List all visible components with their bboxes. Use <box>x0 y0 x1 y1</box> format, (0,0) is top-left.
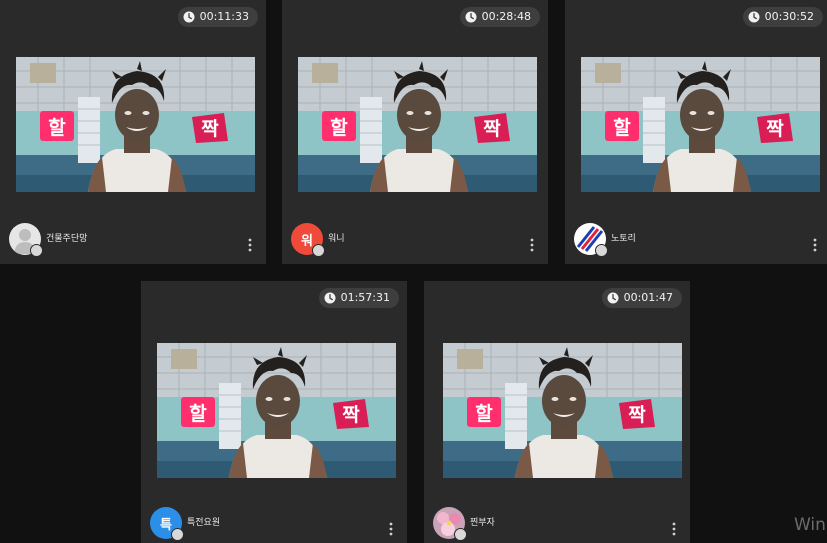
caption-right: 짝 <box>342 404 360 426</box>
stream-tile[interactable]: 00:01:47 할 짝 찐부자 <box>424 281 690 543</box>
more-vertical-icon[interactable] <box>813 238 817 252</box>
streamer-name[interactable]: 특전요원 <box>187 517 220 529</box>
video-thumbnail[interactable]: 할 짝 <box>157 343 396 478</box>
avatar-initial: 특 <box>160 517 172 533</box>
video-frame: 할 짝 <box>443 343 682 478</box>
timer-badge: 00:11:33 <box>177 7 258 27</box>
timer-text: 00:28:48 <box>481 10 531 23</box>
timer-text: 00:11:33 <box>199 10 249 23</box>
caption-left: 할 <box>613 116 631 139</box>
stream-tile[interactable]: 00:28:48 할 짝 워 워니 <box>282 0 548 264</box>
timer-text: 00:30:52 <box>764 10 814 23</box>
video-frame: 할 짝 <box>298 57 537 192</box>
play-badge-icon <box>454 528 467 541</box>
play-badge-icon <box>171 528 184 541</box>
stream-tile[interactable]: 01:57:31 할 짝 특 특전요원 <box>141 281 407 543</box>
video-thumbnail[interactable]: 할 짝 <box>298 57 537 192</box>
more-vertical-icon[interactable] <box>389 522 393 536</box>
caption-right: 짝 <box>483 118 501 140</box>
clock-icon <box>748 11 760 23</box>
streamer-name[interactable]: 찐부자 <box>470 517 495 529</box>
clock-icon <box>465 11 477 23</box>
stream-tile[interactable]: 00:11:33 할 짝 건물주단망 <box>0 0 266 264</box>
video-frame: 할 짝 <box>157 343 396 478</box>
video-frame: 할 짝 <box>581 57 820 192</box>
caption-left: 할 <box>330 116 348 139</box>
more-vertical-icon[interactable] <box>672 522 676 536</box>
stream-tile[interactable]: 00:30:52 할 짝 노토리 <box>565 0 827 264</box>
avatar-initial: 워 <box>301 233 313 249</box>
timer-badge: 01:57:31 <box>318 288 399 308</box>
play-badge-icon <box>595 244 608 257</box>
timer-badge: 00:30:52 <box>742 7 823 27</box>
play-badge-icon <box>30 244 43 257</box>
timer-text: 00:01:47 <box>623 291 673 304</box>
video-frame: 할 짝 <box>16 57 255 192</box>
streamer-name[interactable]: 워니 <box>328 233 345 245</box>
caption-left: 할 <box>48 116 66 139</box>
play-badge-icon <box>312 244 325 257</box>
streamer-name[interactable]: 노토리 <box>611 233 636 245</box>
clock-icon <box>607 292 619 304</box>
video-thumbnail[interactable]: 할 짝 <box>16 57 255 192</box>
timer-badge: 00:28:48 <box>459 7 540 27</box>
clock-icon <box>183 11 195 23</box>
clock-icon <box>324 292 336 304</box>
more-vertical-icon[interactable] <box>530 238 534 252</box>
caption-right: 짝 <box>201 118 219 140</box>
caption-left: 할 <box>475 402 493 425</box>
windows-activation-watermark: Win <box>794 515 826 535</box>
streamer-name[interactable]: 건물주단망 <box>46 233 87 245</box>
video-thumbnail[interactable]: 할 짝 <box>443 343 682 478</box>
more-vertical-icon[interactable] <box>248 238 252 252</box>
caption-left: 할 <box>189 402 207 425</box>
video-thumbnail[interactable]: 할 짝 <box>581 57 820 192</box>
timer-badge: 00:01:47 <box>601 288 682 308</box>
broadcast-grid: 00:11:33 할 짝 건물주단망 00:28:48 할 짝 워 워니 00:… <box>0 0 827 543</box>
timer-text: 01:57:31 <box>340 291 390 304</box>
caption-right: 짝 <box>766 118 784 140</box>
caption-right: 짝 <box>628 404 646 426</box>
